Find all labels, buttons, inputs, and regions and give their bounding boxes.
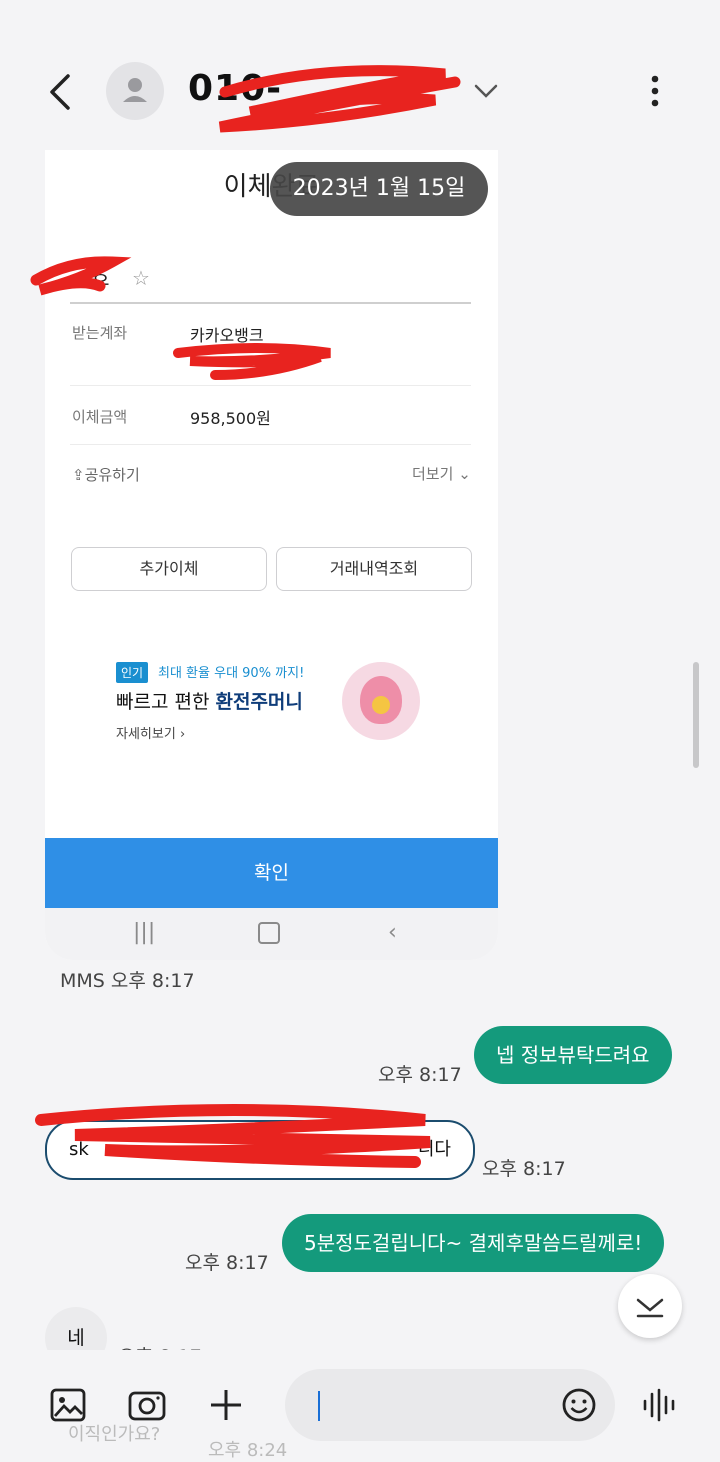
back-arrow-icon [50, 74, 70, 110]
camera-icon [128, 1391, 166, 1421]
amount-value: 958,500원 [190, 409, 271, 428]
amount-label: 이체금액 [72, 408, 128, 426]
emoji-button[interactable] [561, 1387, 597, 1427]
message-time: 오후 8:17 [185, 1252, 269, 1274]
scroll-to-bottom-button[interactable] [618, 1274, 682, 1338]
message-time: 오후 8:17 [482, 1158, 566, 1180]
recents-icon: ||| [133, 920, 156, 945]
account-label: 받는계좌 [72, 324, 128, 342]
more-link: 더보기 ⌄ [412, 465, 471, 483]
popular-badge: 인기 [116, 662, 149, 683]
voice-wave-icon [643, 1388, 675, 1422]
share-icon: ⇪ [72, 466, 85, 484]
more-vert-icon [651, 75, 659, 107]
history-button: 거래내역조회 [276, 547, 472, 591]
promo-caption: 최대 환율 우대 90% 까지! [158, 666, 305, 681]
outgoing-message[interactable]: 넵 정보뷰탁드려요 [474, 1026, 672, 1084]
message-time: 오후 8:17 [378, 1064, 462, 1086]
divider [70, 302, 471, 304]
contact-avatar[interactable] [106, 62, 164, 120]
camera-button[interactable] [128, 1387, 166, 1427]
chevron-down-icon: ⌄ [458, 465, 471, 483]
date-pill: 2023년 1월 15일 [270, 162, 488, 216]
chevron-down-icon[interactable] [472, 80, 500, 102]
mms-timestamp: MMS 오후 8:17 [60, 970, 195, 992]
message-time: 오후 8:24 [208, 1440, 288, 1461]
text-cursor [318, 1391, 320, 1421]
divider [70, 385, 471, 386]
plus-icon [211, 1390, 241, 1420]
add-transfer-button: 추가이체 [71, 547, 267, 591]
redaction-scribble [218, 65, 461, 133]
more-options-button[interactable] [640, 72, 670, 112]
nav-back-icon: ‹ [388, 920, 397, 945]
promo-detail-link: 자세히보기 › [116, 727, 186, 742]
redaction-scribble [30, 256, 132, 296]
outgoing-message[interactable]: 5분정도걸립니다~ 결제후말씀드릴께로! [282, 1214, 665, 1272]
scrollbar[interactable] [693, 662, 699, 768]
back-button[interactable] [44, 72, 80, 112]
emoji-icon [562, 1388, 596, 1422]
image-icon [50, 1388, 86, 1422]
star-icon: ☆ [132, 266, 150, 290]
share-link: ⇪공유하기 [72, 466, 140, 484]
voice-button[interactable] [642, 1388, 680, 1426]
redaction-scribble [173, 343, 331, 380]
promo-headline: 빠르고 편한 환전주머니 [116, 691, 303, 713]
scroll-down-icon [636, 1298, 664, 1318]
add-button[interactable] [208, 1387, 244, 1427]
gallery-button[interactable] [50, 1387, 86, 1427]
person-icon [123, 78, 147, 102]
confirm-button: 확인 [45, 838, 498, 908]
redaction-scribble [35, 1104, 431, 1168]
home-icon [258, 922, 280, 944]
divider [70, 444, 471, 445]
